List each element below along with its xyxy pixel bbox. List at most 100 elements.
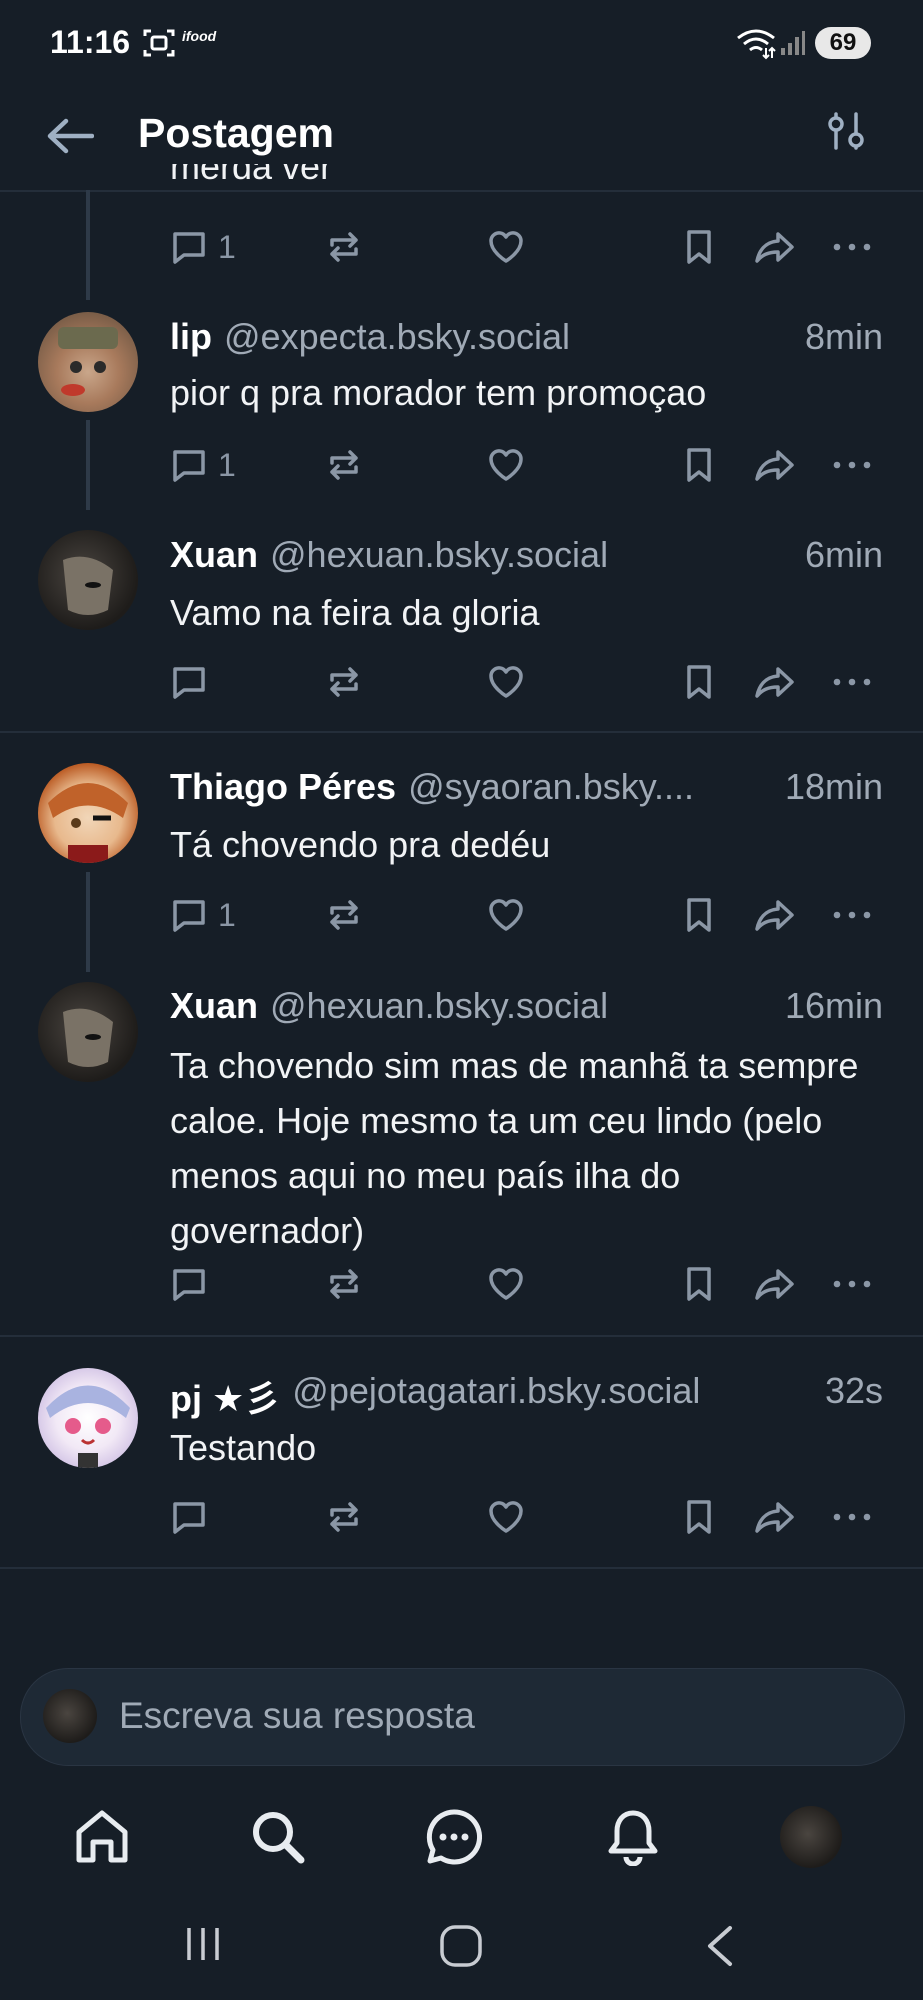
chat-icon[interactable]: [425, 1808, 483, 1866]
repost-button[interactable]: [325, 893, 363, 937]
like-button[interactable]: [487, 893, 525, 937]
partial-post-text: merda ver: [170, 164, 570, 190]
post-header: Xuan @hexuan.bsky.social 6min: [170, 534, 883, 576]
more-horizontal-icon: [833, 678, 871, 686]
post-time: 8min: [804, 316, 883, 357]
post-text: pior q pra morador tem promoçao: [170, 372, 707, 413]
reply-button[interactable]: 1: [170, 443, 236, 487]
share-button[interactable]: [754, 225, 796, 269]
share-button[interactable]: [754, 443, 796, 487]
like-button[interactable]: [487, 1262, 525, 1306]
bottom-nav: [0, 1790, 923, 1880]
share-icon: [755, 450, 794, 481]
more-options-button[interactable]: [830, 1495, 874, 1539]
more-options-button[interactable]: [830, 1262, 874, 1306]
post-divider: [0, 1335, 923, 1337]
author-handle[interactable]: @hexuan.bsky.social: [270, 534, 795, 576]
post-header: lip @expecta.bsky.social 8min: [170, 316, 883, 358]
like-button[interactable]: [487, 443, 525, 487]
reply-button[interactable]: [170, 660, 218, 704]
post-text: Testando: [170, 1427, 317, 1468]
bookmark-icon: [687, 1267, 711, 1301]
profile-avatar[interactable]: [780, 1806, 842, 1868]
thread-line: [86, 872, 90, 972]
author-name[interactable]: Xuan: [170, 534, 258, 576]
share-button[interactable]: [754, 1262, 796, 1306]
repost-icon: [330, 1502, 358, 1532]
share-button[interactable]: [754, 1495, 796, 1539]
back-icon[interactable]: [702, 1924, 738, 1968]
reply-icon: [173, 1502, 205, 1534]
bell-icon[interactable]: [604, 1808, 662, 1866]
reply-input[interactable]: Escreva sua resposta: [20, 1668, 905, 1766]
share-button[interactable]: [754, 660, 796, 704]
avatar: [43, 1689, 97, 1743]
reply-button[interactable]: 1: [170, 225, 236, 269]
author-name[interactable]: Thiago Péres: [170, 766, 396, 808]
repost-icon: [330, 232, 358, 262]
more-horizontal-icon: [833, 243, 871, 251]
author-name[interactable]: pj ★彡: [170, 1370, 280, 1422]
reply-button[interactable]: [170, 1262, 218, 1306]
repost-button[interactable]: [325, 443, 363, 487]
search-icon[interactable]: [249, 1808, 307, 1866]
avatar[interactable]: [38, 982, 138, 1082]
more-options-button[interactable]: [830, 225, 874, 269]
post-actions: 1: [170, 225, 880, 269]
share-button[interactable]: [754, 893, 796, 937]
post-header: pj ★彡 @pejotagatari.bsky.social 32s: [170, 1370, 883, 1422]
repost-icon: [330, 450, 358, 480]
reply-button[interactable]: [170, 1495, 218, 1539]
thread-settings-icon[interactable]: [826, 106, 866, 156]
reply-icon: [173, 667, 205, 699]
repost-button[interactable]: [325, 1262, 363, 1306]
more-options-button[interactable]: [830, 443, 874, 487]
author-name[interactable]: Xuan: [170, 985, 258, 1027]
heart-icon: [489, 899, 523, 931]
share-icon: [755, 232, 794, 263]
repost-icon: [330, 667, 358, 697]
avatar[interactable]: [38, 1368, 138, 1468]
author-handle[interactable]: @syaoran.bsky....: [408, 766, 775, 808]
post-actions: 1: [170, 443, 880, 487]
more-options-button[interactable]: [830, 893, 874, 937]
avatar[interactable]: [38, 763, 138, 863]
bookmark-button[interactable]: [680, 893, 718, 937]
more-options-button[interactable]: [830, 660, 874, 704]
avatar[interactable]: [38, 530, 138, 630]
reply-button[interactable]: 1: [170, 893, 236, 937]
status-clock: 11:16: [50, 24, 131, 60]
repost-button[interactable]: [325, 1495, 363, 1539]
like-button[interactable]: [487, 1495, 525, 1539]
back-arrow-icon[interactable]: [46, 118, 94, 154]
repost-button[interactable]: [325, 660, 363, 704]
repost-icon: [330, 1269, 358, 1299]
bookmark-button[interactable]: [680, 225, 718, 269]
ifood-icon: ifood: [182, 28, 217, 44]
author-name[interactable]: lip: [170, 316, 212, 358]
bookmark-button[interactable]: [680, 1262, 718, 1306]
like-button[interactable]: [487, 660, 525, 704]
post-actions: [170, 660, 880, 704]
reply-count: 1: [218, 896, 236, 933]
post-time: 6min: [804, 534, 883, 575]
home-button-icon[interactable]: [439, 1924, 483, 1968]
like-button[interactable]: [487, 225, 525, 269]
author-handle[interactable]: @hexuan.bsky.social: [270, 985, 775, 1027]
repost-button[interactable]: [325, 225, 363, 269]
more-horizontal-icon: [833, 461, 871, 469]
post-actions: [170, 1262, 880, 1306]
heart-icon: [489, 231, 523, 263]
home-icon[interactable]: [73, 1808, 131, 1866]
post-text: Tá chovendo pra dedéu: [170, 824, 551, 865]
author-handle[interactable]: @pejotagatari.bsky.social: [292, 1370, 815, 1422]
partial-post-text-fragment: merda ver: [170, 164, 333, 187]
bookmark-button[interactable]: [680, 443, 718, 487]
heart-icon: [489, 666, 523, 698]
recents-icon[interactable]: [183, 1924, 223, 1964]
author-handle[interactable]: @expecta.bsky.social: [224, 316, 795, 358]
bookmark-button[interactable]: [680, 660, 718, 704]
bookmark-button[interactable]: [680, 1495, 718, 1539]
avatar[interactable]: [38, 312, 138, 412]
more-horizontal-icon: [833, 1280, 871, 1288]
